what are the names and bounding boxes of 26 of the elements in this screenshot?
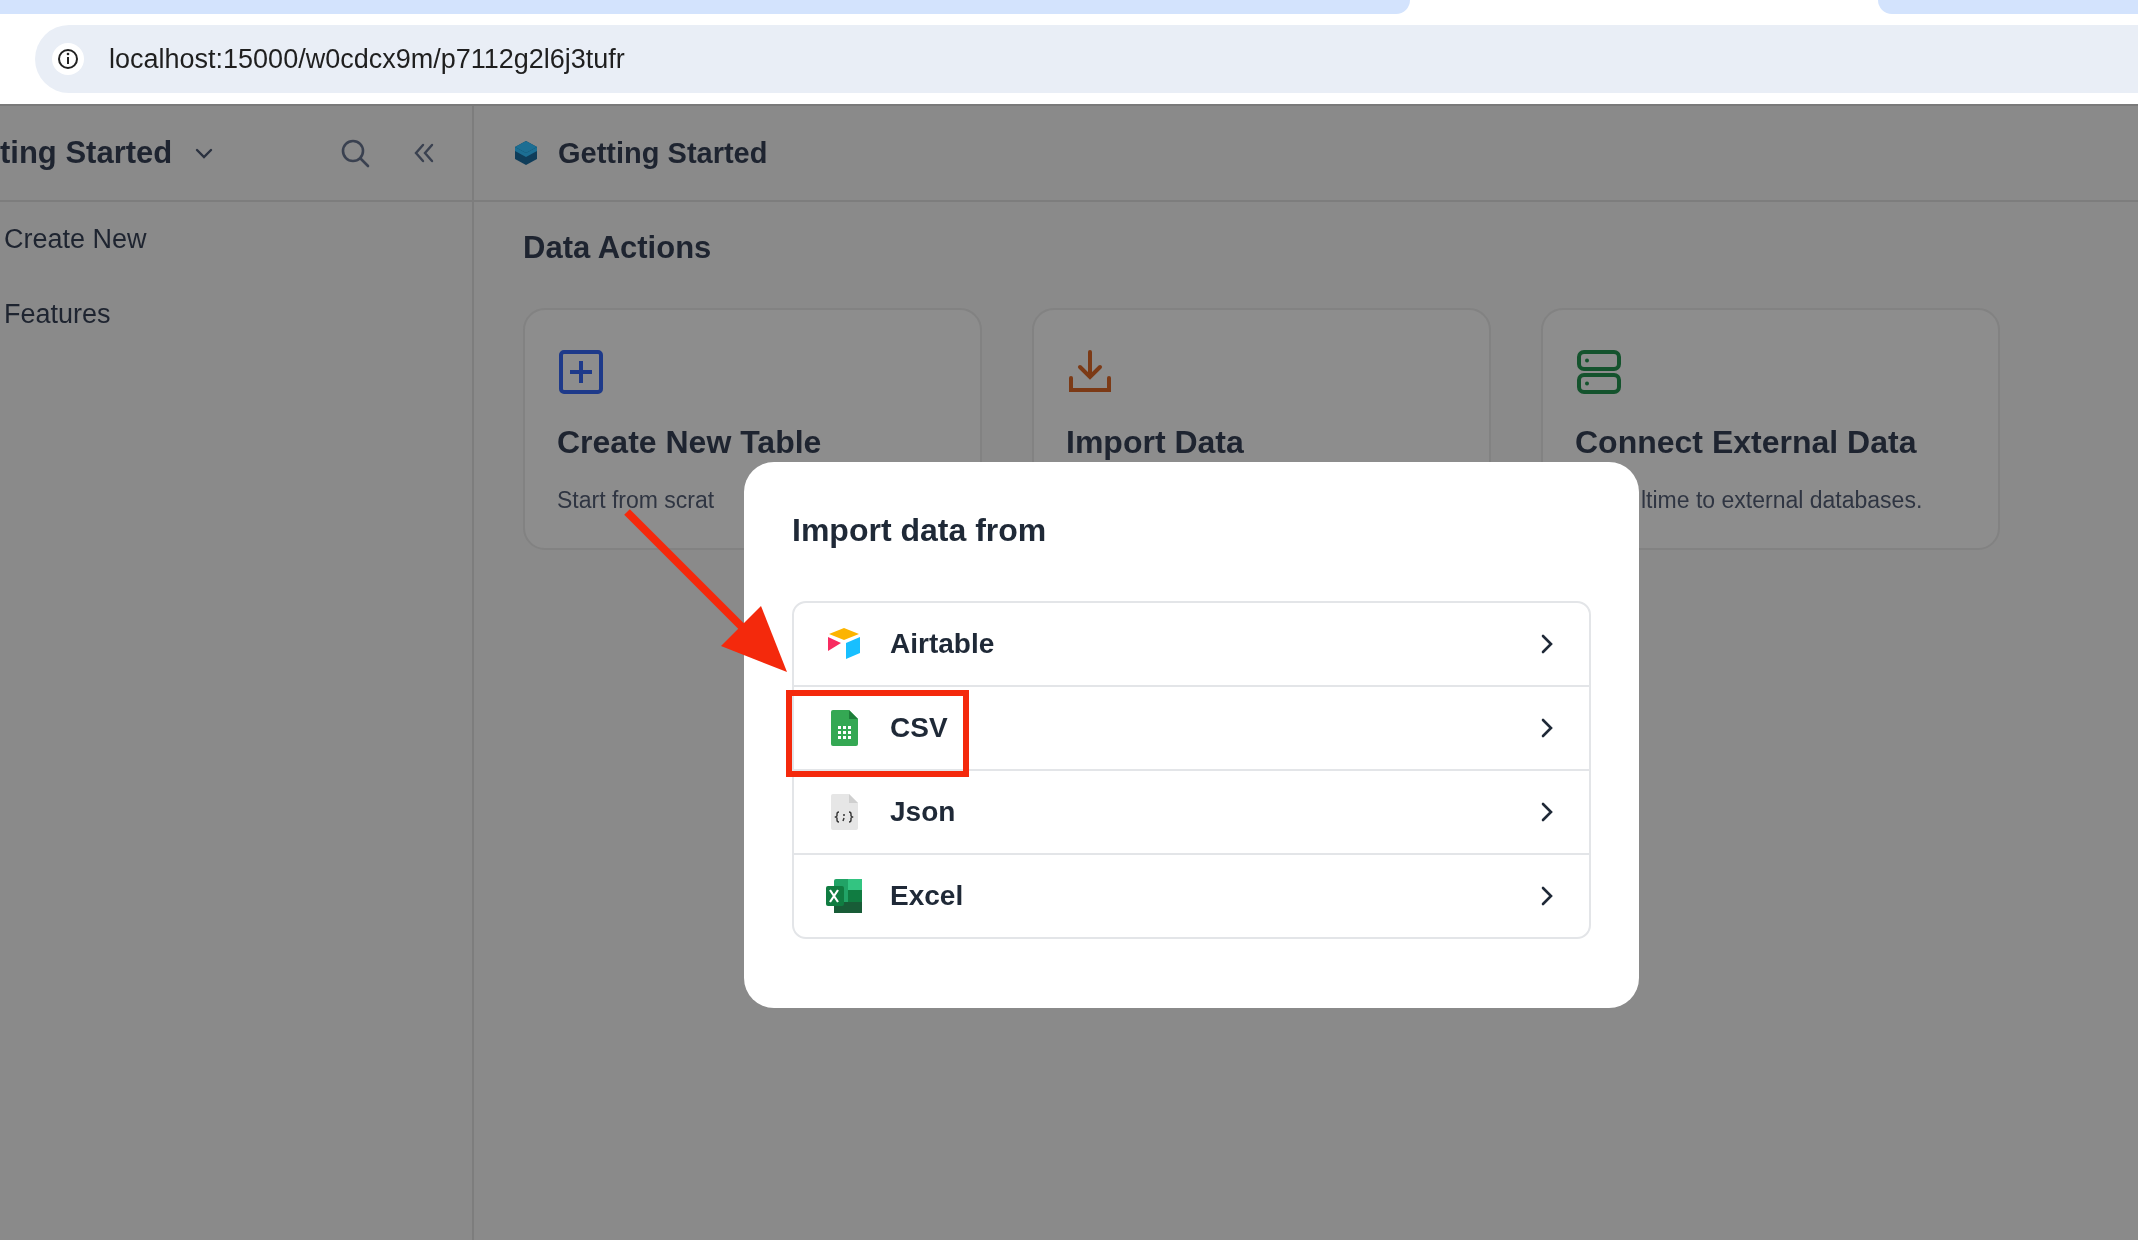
server-icon [1575, 348, 1623, 396]
option-label: Json [890, 796, 956, 828]
card-title: Import Data [1066, 424, 1245, 461]
card-description: Start from scrat [557, 487, 716, 514]
search-icon [339, 137, 371, 169]
info-icon [51, 42, 85, 76]
page-title: Getting Started [558, 136, 768, 170]
import-option[interactable]: Excel [794, 853, 1589, 937]
option-label: Airtable [890, 628, 995, 660]
card-title: Create New Table [557, 424, 823, 461]
sidebar-item[interactable]: Create New [0, 202, 147, 277]
section-heading: Data Actions [523, 230, 713, 266]
address-bar[interactable]: localhost:15000/w0cdcx9m/p7112g2l6j3tufr [35, 25, 2138, 93]
option-label: CSV [890, 712, 948, 744]
action-card[interactable]: Connect External Data ltime to external databases. [1541, 308, 2000, 550]
plus-square-icon [557, 348, 605, 396]
import-option[interactable]: Airtable [794, 603, 1589, 685]
workspace-title[interactable]: ting Started [0, 135, 173, 171]
card-title: Connect External Data [1575, 424, 1918, 461]
import-option[interactable]: CSV [794, 685, 1589, 769]
import-option[interactable]: Json [794, 769, 1589, 853]
card-description: ltime to external databases. [1641, 487, 1924, 514]
sidebar-item[interactable]: Features [0, 277, 111, 352]
cube-icon [512, 139, 540, 167]
option-label: Excel [890, 880, 964, 912]
spreadsheet-app-icon [824, 876, 864, 916]
